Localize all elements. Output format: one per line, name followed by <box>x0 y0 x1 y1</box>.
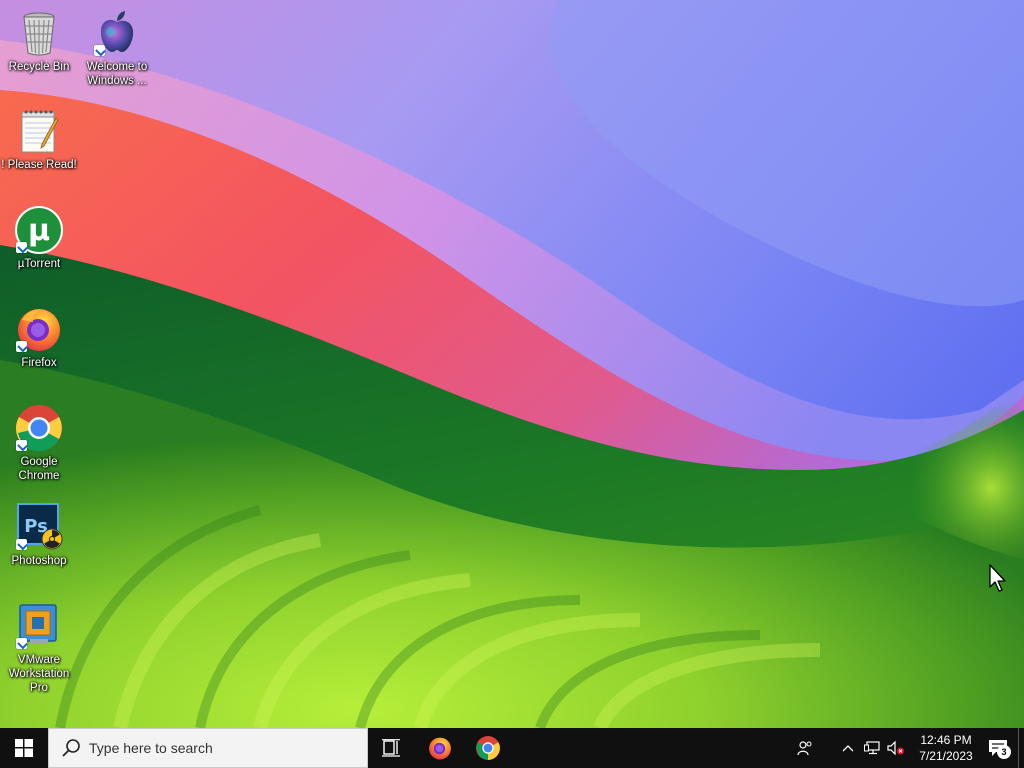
clock-time: 12:46 PM <box>920 733 972 747</box>
chrome-icon <box>476 736 500 760</box>
desktop-icon-label: Recycle Bin <box>8 61 70 73</box>
desktop-icon-label: µTorrent <box>17 258 61 270</box>
desktop-icon-label: Firefox <box>21 357 57 369</box>
desktop-icon-utorrent[interactable]: µ µTorrent <box>0 205 78 271</box>
svg-text:µ: µ <box>28 213 50 248</box>
search-icon <box>62 739 80 757</box>
mouse-cursor-icon <box>989 564 1006 592</box>
desktop-icon-recycle-bin[interactable]: Recycle Bin <box>0 8 78 74</box>
desktop-icon-label: ! Please Read! <box>1 159 77 171</box>
taskbar-chrome[interactable] <box>464 728 512 768</box>
system-tray: 12:46 PM 7/21/2023 3 <box>788 728 1024 768</box>
shortcut-arrow-icon <box>16 440 27 451</box>
show-desktop-button[interactable] <box>1018 728 1024 768</box>
taskbar-search-box[interactable]: Type here to search <box>48 728 368 768</box>
shortcut-arrow-icon <box>16 242 27 253</box>
task-view-button[interactable] <box>368 728 416 768</box>
recycle-bin-icon <box>14 8 64 58</box>
firefox-icon <box>429 737 451 760</box>
apple-icon <box>92 8 142 58</box>
desktop-icon-photoshop[interactable]: Ps Photoshop <box>0 502 78 568</box>
network-button[interactable] <box>860 728 884 768</box>
firefox-icon <box>14 304 64 354</box>
desktop-icon-label: VMware Workstation Pro <box>8 654 70 694</box>
search-placeholder: Type here to search <box>89 740 213 756</box>
chevron-up-icon <box>842 745 854 752</box>
volume-button[interactable] <box>884 728 908 768</box>
desktop-icon-firefox[interactable]: Firefox <box>0 304 78 370</box>
show-hidden-icons-button[interactable] <box>836 728 860 768</box>
taskbar-firefox[interactable] <box>416 728 464 768</box>
desktop-icon-vmware[interactable]: VMware Workstation Pro <box>0 601 78 695</box>
start-button[interactable] <box>0 728 48 768</box>
shortcut-arrow-icon <box>16 341 27 352</box>
desktop-icon-label: Photoshop <box>11 555 67 567</box>
volume-muted-icon <box>887 741 904 755</box>
action-center-button[interactable]: 3 <box>978 728 1018 768</box>
desktop-icon-label: Google Chrome <box>18 456 60 482</box>
notification-count-badge: 3 <box>997 745 1011 759</box>
desktop-icon-welcome[interactable]: Welcome to Windows ... <box>78 8 156 88</box>
network-icon <box>864 741 880 755</box>
vmware-icon <box>14 601 64 651</box>
taskbar-clock[interactable]: 12:46 PM 7/21/2023 <box>914 732 978 764</box>
shortcut-arrow-icon <box>94 45 105 56</box>
windows-logo-icon <box>15 739 33 757</box>
shortcut-arrow-icon <box>16 539 27 550</box>
shortcut-arrow-icon <box>16 638 27 649</box>
photoshop-icon: Ps <box>14 502 64 552</box>
desktop-icon-chrome[interactable]: Google Chrome <box>0 403 78 483</box>
desktop-wallpaper <box>0 0 1024 728</box>
utorrent-icon: µ <box>14 205 64 255</box>
task-view-icon <box>382 739 400 757</box>
people-button[interactable] <box>788 728 822 768</box>
clock-date: 7/21/2023 <box>919 749 973 763</box>
notepad-icon <box>14 106 64 156</box>
desktop-icon-please-read[interactable]: ! Please Read! <box>0 106 78 172</box>
people-icon <box>797 741 812 756</box>
chrome-icon <box>14 403 64 453</box>
taskbar: Type here to search 12:46 PM 7/21/2023 3 <box>0 728 1024 768</box>
desktop-icon-label: Welcome to Windows ... <box>86 61 148 87</box>
